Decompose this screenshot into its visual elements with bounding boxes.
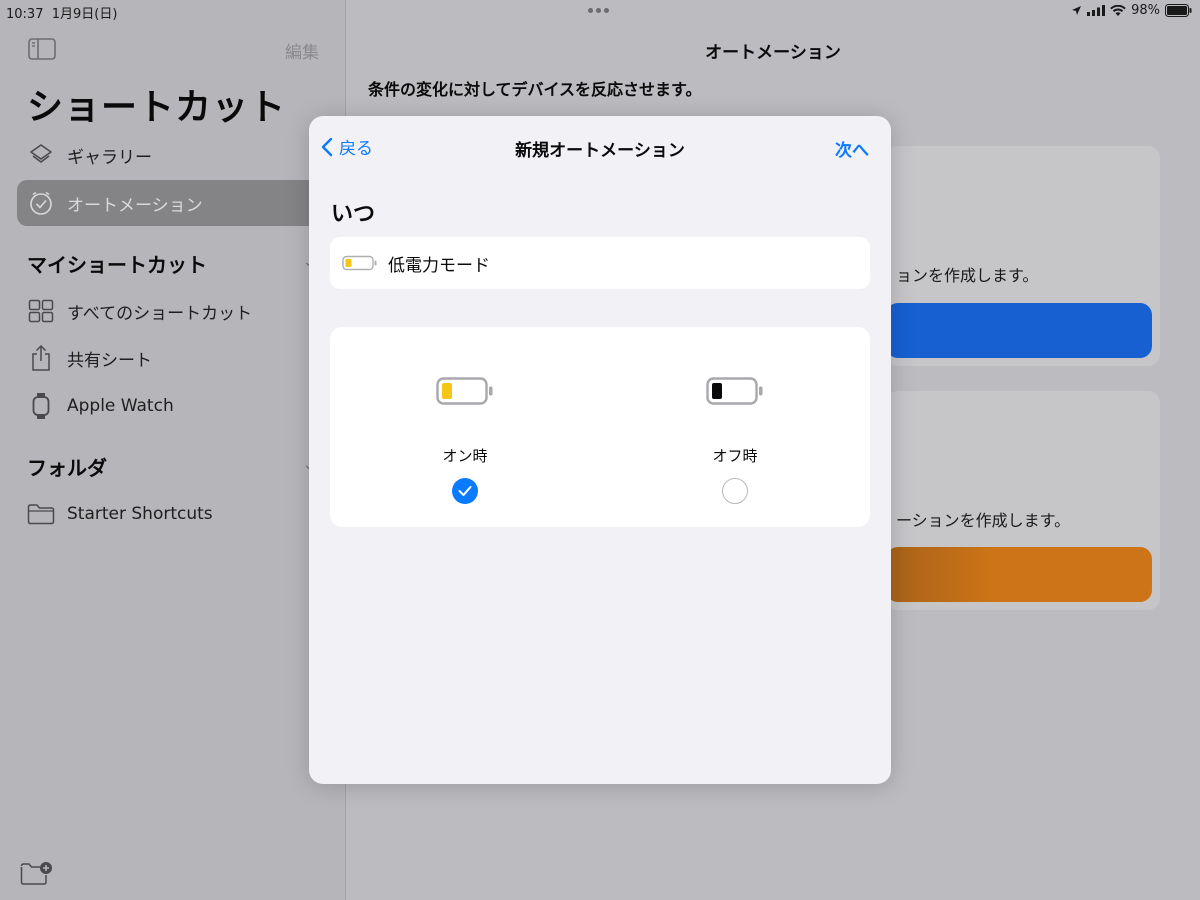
card-description: ョンを作成します。 [896,266,1039,285]
clock-check-icon [27,189,55,217]
status-date: 1月9日(日) [51,7,118,22]
location-arrow-icon [1072,6,1082,15]
low-power-options: オン時 オフ時 [330,327,870,527]
empty-circle-icon[interactable] [722,478,748,504]
share-icon [27,344,55,372]
sidebar-toggle-icon[interactable] [28,38,56,64]
folders-header[interactable]: フォルダ [27,452,107,481]
detail-title: オートメーション [705,43,841,63]
layers-icon [27,141,55,169]
sidebar-title: ショートカット [27,87,287,128]
when-heading: いつ [331,202,376,227]
sidebar-item-label: オートメーション [67,195,203,216]
sidebar-item-all-shortcuts[interactable]: すべてのショートカット [17,288,327,334]
edit-button[interactable]: 編集 [285,38,319,63]
my-shortcuts-header[interactable]: マイショートカット [27,249,207,278]
multitasking-dots-icon[interactable] [588,8,609,13]
wifi-icon [1110,4,1126,16]
watch-icon [27,392,55,420]
battery-icon [706,377,763,405]
sheet-title: 新規オートメーション [515,141,685,161]
sidebar-item-label: Apple Watch [67,396,174,416]
grid-icon [27,297,55,325]
detail-description: 条件の変化に対してデバイスを反応させます。 [368,80,702,99]
status-bar: 10:37 1月9日(日) 98% [0,0,1200,24]
cellular-signal-icon [1087,5,1106,16]
option-turned-off[interactable]: オフ時 [600,327,870,527]
option-turned-on[interactable]: オン時 [330,327,600,527]
option-label: オフ時 [712,447,758,465]
new-folder-icon[interactable] [20,860,54,890]
personal-automation-card: ョンを作成します。 [886,146,1160,366]
sidebar-item-apple-watch[interactable]: Apple Watch [17,383,327,429]
create-personal-automation-button[interactable] [886,303,1152,358]
battery-icon [1165,4,1192,17]
card-description: ーションを作成します。 [896,511,1071,530]
sidebar-item-label: 共有シート [67,350,152,371]
battery-percent: 98% [1131,3,1160,18]
create-home-automation-button[interactable] [886,547,1152,602]
sidebar-item-gallery[interactable]: ギャラリー [17,132,327,178]
trigger-low-power-mode[interactable]: 低電力モード [330,237,870,289]
option-label: オン時 [442,447,488,465]
sidebar-item-label: Starter Shortcuts [67,504,213,524]
battery-low-power-icon [342,255,377,271]
new-automation-sheet: 戻る 新規オートメーション 次へ いつ 低電力モード オン時 オフ時 [309,116,891,784]
next-button[interactable]: 次へ [835,136,869,161]
sidebar-item-label: すべてのショートカット [67,303,253,324]
sidebar-item-automation[interactable]: オートメーション [17,180,327,226]
sidebar-item-share-sheet[interactable]: 共有シート [17,335,327,381]
sidebar-item-starter-shortcuts[interactable]: Starter Shortcuts [17,491,327,537]
folder-icon [27,500,55,528]
sidebar: 編集 ショートカット ギャラリー オートメーション マイショートカット ⌄ すべ… [0,0,345,900]
status-time: 10:37 1月9日(日) [6,7,118,22]
trigger-label: 低電力モード [388,255,490,276]
checkmark-circle-icon[interactable] [452,478,478,504]
battery-low-power-icon [436,377,493,405]
sidebar-item-label: ギャラリー [67,147,152,168]
status-indicators: 98% [1071,3,1192,18]
home-automation-card: ーションを作成します。 [886,391,1160,610]
